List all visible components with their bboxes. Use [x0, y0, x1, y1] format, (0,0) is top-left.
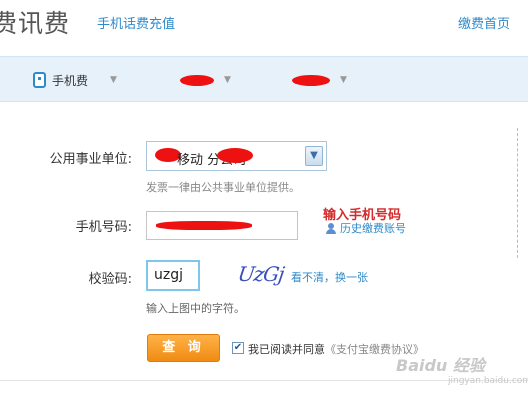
home-link[interactable]: 缴费首页 — [458, 13, 510, 32]
phone-number-input[interactable] — [146, 211, 298, 240]
tab-phone-fee-label: 手机费 — [52, 73, 89, 88]
watermark-url: jingyan.baidu.com — [448, 376, 528, 386]
unit-select[interactable]: 移动 分公司 ▼ — [146, 141, 327, 171]
captcha-hint: 输入上图中的字符。 — [146, 302, 245, 315]
user-icon — [326, 222, 336, 234]
unit-label: 公用事业单位: — [49, 152, 132, 167]
agreement-label: 我已阅读并同意 — [248, 343, 325, 356]
tab-city[interactable]: ▼ — [292, 71, 347, 89]
redaction-mark — [292, 74, 330, 86]
redaction-mark — [217, 148, 253, 163]
category-toolbar: 手机费 ▼ ▼ ▼ — [0, 56, 528, 102]
page-title: 费讯费 — [0, 9, 71, 38]
chevron-down-icon: ▼ — [224, 75, 231, 85]
captcha-image: UzGj — [236, 262, 286, 286]
chevron-down-icon: ▼ — [110, 75, 117, 85]
history-account-label: 历史缴费账号 — [340, 222, 406, 235]
watermark-logo: Baidu 经验 — [396, 356, 485, 375]
refresh-captcha-link[interactable]: 看不清，换一张 — [291, 269, 368, 285]
chevron-down-icon: ▼ — [340, 75, 347, 85]
unit-hint: 发票一律由公共事业单位提供。 — [146, 181, 300, 194]
redaction-mark — [180, 74, 214, 86]
agreement-checkbox[interactable]: ✔ — [232, 342, 244, 354]
query-button[interactable]: 查 询 — [147, 334, 220, 362]
captcha-label: 校验码: — [88, 272, 132, 287]
phone-label: 手机号码: — [75, 220, 132, 235]
mobile-phone-icon — [33, 72, 46, 88]
tab-region[interactable]: ▼ — [180, 71, 231, 89]
chevron-down-icon[interactable]: ▼ — [305, 146, 323, 166]
captcha-input[interactable]: uzgj — [146, 260, 200, 291]
recharge-link[interactable]: 手机话费充值 — [97, 13, 175, 32]
redaction-mark — [156, 221, 252, 230]
side-panel-border — [517, 128, 528, 258]
tab-phone-fee[interactable]: 手机费 ▼ — [33, 71, 117, 89]
history-account-link[interactable]: 历史缴费账号 — [326, 220, 406, 236]
